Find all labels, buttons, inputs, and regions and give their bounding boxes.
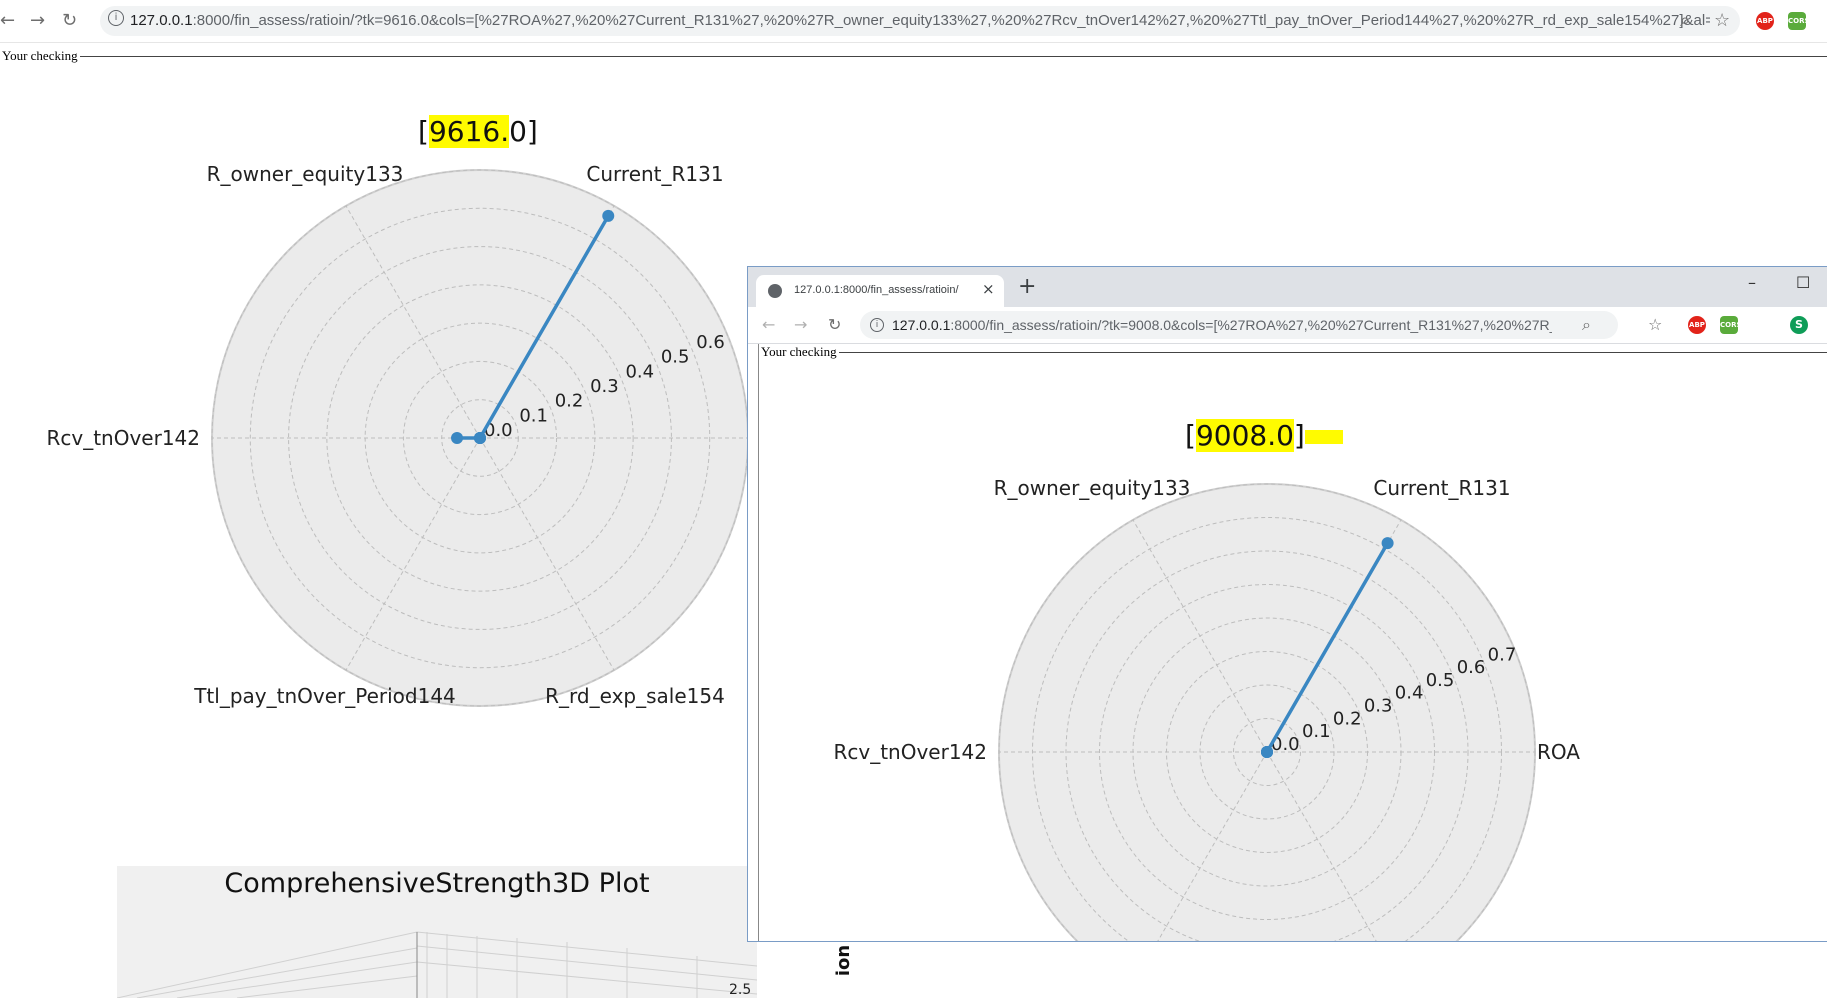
popup-tab-title: 127.0.0.1:8000/fin_assess/ratioin/ (794, 284, 959, 296)
radar-data-point (1381, 537, 1394, 550)
popup-address-bar[interactable]: i 127.0.0.1:8000/fin_assess/ratioin/?tk=… (860, 311, 1618, 339)
popup-url-host: 127.0.0.1 (892, 317, 951, 333)
radar-tick-label: 0.4 (625, 361, 654, 382)
radar-tick-label: 0.1 (1302, 721, 1331, 742)
radar-data-point (451, 432, 464, 444)
radar-data-point (602, 209, 615, 222)
popup-tab[interactable]: 127.0.0.1:8000/fin_assess/ratioin/ × (756, 275, 1004, 307)
radar-chart-1: Current_R131 R_owner_equity133 Rcv_tnOver1… (46, 162, 749, 708)
popup-info-icon[interactable]: i (870, 318, 884, 332)
radar-chart-2: ROA Current_R131 R_owner_equity133 Rcv_tnOv… (833, 476, 1580, 941)
radar-tick-label: 0.6 (1457, 657, 1486, 678)
popup-page-content: Your checking [9008.0] ROA Current_R131 R_… (758, 344, 1827, 941)
radar-axis-label: R_owner_equity133 (207, 162, 404, 186)
radar-axis-label: Rcv_tnOver142 (46, 426, 200, 450)
popup-browser-window[interactable]: 127.0.0.1:8000/fin_assess/ratioin/ × + –… (747, 266, 1827, 942)
plot3d-axis-label-text: ion (833, 944, 855, 977)
comprehensive-strength-3d-plot: ComprehensiveStrength3D Plot 2.5 (117, 866, 757, 998)
radar-background (998, 483, 1536, 941)
radar-tick-label: 0.2 (555, 391, 584, 412)
radar-axis-label: ROA (1537, 740, 1580, 764)
radar-axis-label: R_rd_exp_sale154 (545, 684, 725, 708)
radar-axis-label: Current_R131 (1373, 476, 1510, 500)
popup-reload-icon[interactable]: ↻ (828, 307, 841, 343)
popup-toolbar: ← → ↻ i 127.0.0.1:8000/fin_assess/ratioi… (748, 307, 1827, 344)
plot3d-axis-label: ion (833, 940, 870, 998)
radar-axis-label: R_owner_equity133 (994, 476, 1191, 500)
popup-zoom-icon[interactable]: ⌕ (1582, 311, 1591, 339)
zoom-icon[interactable]: ⌕ (1680, 0, 1690, 42)
profile-avatar[interactable]: S (1790, 316, 1808, 334)
adblock-extension-icon[interactable]: ABP (1756, 12, 1774, 30)
radar-tick-label: 0.3 (590, 376, 619, 397)
cors-extension-icon[interactable]: CORS (1788, 12, 1810, 30)
star-icon[interactable]: ☆ (1714, 0, 1730, 42)
new-tab-icon[interactable]: + (1018, 274, 1036, 299)
globe-icon (768, 284, 782, 298)
radar-axis-label: Current_R131 (586, 162, 723, 186)
popup-cors-extension-icon[interactable]: CORS (1720, 316, 1742, 334)
radar-tick-label: 0.2 (1333, 708, 1362, 729)
radar-tick-label: 0.6 (696, 332, 725, 353)
radar-tick-label: 0.7 (1488, 644, 1517, 665)
close-tab-icon[interactable]: × (982, 280, 995, 298)
radar-tick-label: 0.5 (661, 347, 690, 368)
popup-adblock-extension-icon[interactable]: ABP (1688, 316, 1706, 334)
radar-tick-label: 0.1 (519, 405, 548, 426)
radar-axis-label: Ttl_pay_tnOver_Period144 (193, 684, 456, 708)
popup-url-rest: :8000/fin_assess/ratioin/?tk=9008.0&cols… (950, 317, 1552, 333)
popup-tab-bar: 127.0.0.1:8000/fin_assess/ratioin/ × + –… (748, 267, 1827, 307)
radar-tick-label: 0.5 (1426, 670, 1455, 691)
maximize-icon[interactable]: ☐ (1796, 273, 1810, 292)
radar-tick-label: 0.4 (1395, 683, 1424, 704)
popup-address-bar-text[interactable]: 127.0.0.1:8000/fin_assess/ratioin/?tk=90… (892, 317, 1552, 333)
radar-data-point (474, 432, 486, 444)
popup-back-arrow-icon[interactable]: ← (762, 307, 775, 343)
plot3d-grid: 2.5 (117, 931, 757, 998)
popup-forward-arrow-icon[interactable]: → (794, 307, 807, 343)
popup-star-icon[interactable]: ☆ (1648, 307, 1662, 343)
radar-axis-label: Rcv_tnOver142 (833, 740, 987, 764)
plot3d-ytick-label: 2.5 (729, 982, 751, 998)
radar-data-point (1261, 746, 1273, 758)
radar-tick-label: 0.3 (1364, 696, 1393, 717)
minimize-icon[interactable]: – (1748, 273, 1756, 292)
